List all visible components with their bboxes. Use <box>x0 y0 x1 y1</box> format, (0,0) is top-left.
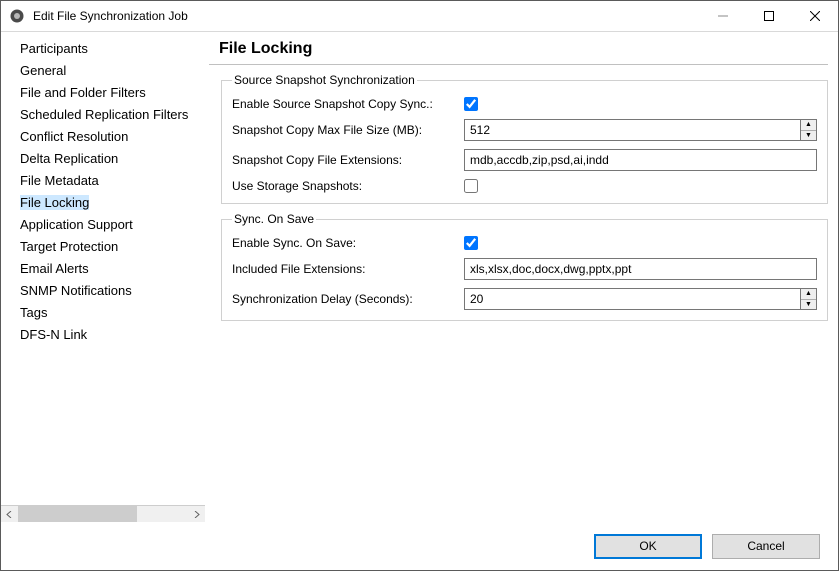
sidebar-item-participants[interactable]: Participants <box>1 38 205 60</box>
max-file-size-spinner[interactable]: ▲ ▼ <box>464 119 817 141</box>
snapshot-extensions-input[interactable] <box>464 149 817 171</box>
sidebar-item-label: File and Folder Filters <box>20 85 146 100</box>
use-storage-snapshots-checkbox[interactable] <box>464 179 478 193</box>
sidebar-item-label: Tags <box>20 305 47 320</box>
snapshot-extensions-label: Snapshot Copy File Extensions: <box>232 153 464 167</box>
sync-on-save-group: Sync. On Save Enable Sync. On Save: Incl… <box>221 212 828 321</box>
sidebar-item-email-alerts[interactable]: Email Alerts <box>1 258 205 280</box>
sidebar-item-label: SNMP Notifications <box>20 283 132 298</box>
sidebar-item-file-locking[interactable]: File Locking <box>1 192 205 214</box>
sidebar-item-label: General <box>20 63 66 78</box>
sidebar-item-file-metadata[interactable]: File Metadata <box>1 170 205 192</box>
sidebar-item-delta-replication[interactable]: Delta Replication <box>1 148 205 170</box>
sidebar-item-target-protection[interactable]: Target Protection <box>1 236 205 258</box>
sidebar-item-tags[interactable]: Tags <box>1 302 205 324</box>
sync-delay-spinner[interactable]: ▲ ▼ <box>464 288 817 310</box>
cancel-button[interactable]: Cancel <box>712 534 820 559</box>
scroll-right-button[interactable] <box>188 506 205 522</box>
enable-sync-on-save-label: Enable Sync. On Save: <box>232 236 464 250</box>
source-snapshot-group: Source Snapshot Synchronization Enable S… <box>221 73 828 204</box>
sidebar-item-label: File Metadata <box>20 173 99 188</box>
sidebar-item-label: DFS-N Link <box>20 327 87 342</box>
scroll-left-button[interactable] <box>1 506 18 522</box>
sidebar-item-general[interactable]: General <box>1 60 205 82</box>
max-file-size-label: Snapshot Copy Max File Size (MB): <box>232 123 464 137</box>
spin-down-button[interactable]: ▼ <box>801 300 816 310</box>
content-pane: File Locking Source Snapshot Synchroniza… <box>205 32 838 522</box>
group-legend: Source Snapshot Synchronization <box>232 73 417 87</box>
spin-up-button[interactable]: ▲ <box>801 289 816 300</box>
spin-up-button[interactable]: ▲ <box>801 120 816 131</box>
sync-delay-label: Synchronization Delay (Seconds): <box>232 292 464 306</box>
included-extensions-label: Included File Extensions: <box>232 262 464 276</box>
sync-delay-input[interactable] <box>464 288 800 310</box>
sidebar-item-label: Target Protection <box>20 239 118 254</box>
sidebar-item-label: Email Alerts <box>20 261 89 276</box>
sidebar-item-label: File Locking <box>20 195 89 210</box>
sidebar-item-label: Conflict Resolution <box>20 129 128 144</box>
sidebar-item-file-and-folder-filters[interactable]: File and Folder Filters <box>1 82 205 104</box>
sidebar-list: Participants General File and Folder Filte… <box>1 32 205 505</box>
included-extensions-input[interactable] <box>464 258 817 280</box>
window-title: Edit File Synchronization Job <box>33 9 700 23</box>
enable-snapshot-checkbox[interactable] <box>464 97 478 111</box>
enable-sync-on-save-checkbox[interactable] <box>464 236 478 250</box>
minimize-button[interactable] <box>700 1 746 32</box>
sidebar-item-scheduled-replication-filters[interactable]: Scheduled Replication Filters <box>1 104 205 126</box>
sidebar-item-application-support[interactable]: Application Support <box>1 214 205 236</box>
sidebar-item-label: Participants <box>20 41 88 56</box>
scroll-thumb[interactable] <box>18 506 137 522</box>
scroll-track[interactable] <box>18 506 188 522</box>
page-title: File Locking <box>209 32 828 65</box>
sidebar-item-snmp-notifications[interactable]: SNMP Notifications <box>1 280 205 302</box>
sidebar-horizontal-scrollbar[interactable] <box>1 505 205 522</box>
app-icon <box>9 8 25 24</box>
close-button[interactable] <box>792 1 838 32</box>
maximize-button[interactable] <box>746 1 792 32</box>
sidebar-item-conflict-resolution[interactable]: Conflict Resolution <box>1 126 205 148</box>
max-file-size-input[interactable] <box>464 119 800 141</box>
sidebar-item-dfs-n-link[interactable]: DFS-N Link <box>1 324 205 346</box>
ok-button[interactable]: OK <box>594 534 702 559</box>
titlebar: Edit File Synchronization Job <box>1 1 838 32</box>
sidebar-item-label: Application Support <box>20 217 133 232</box>
spin-down-button[interactable]: ▼ <box>801 131 816 141</box>
sidebar-item-label: Scheduled Replication Filters <box>20 107 188 122</box>
use-storage-snapshots-label: Use Storage Snapshots: <box>232 179 464 193</box>
group-legend: Sync. On Save <box>232 212 316 226</box>
sidebar-item-label: Delta Replication <box>20 151 118 166</box>
dialog-footer: OK Cancel <box>1 522 838 570</box>
sidebar: Participants General File and Folder Filte… <box>1 32 205 522</box>
enable-snapshot-label: Enable Source Snapshot Copy Sync.: <box>232 97 464 111</box>
